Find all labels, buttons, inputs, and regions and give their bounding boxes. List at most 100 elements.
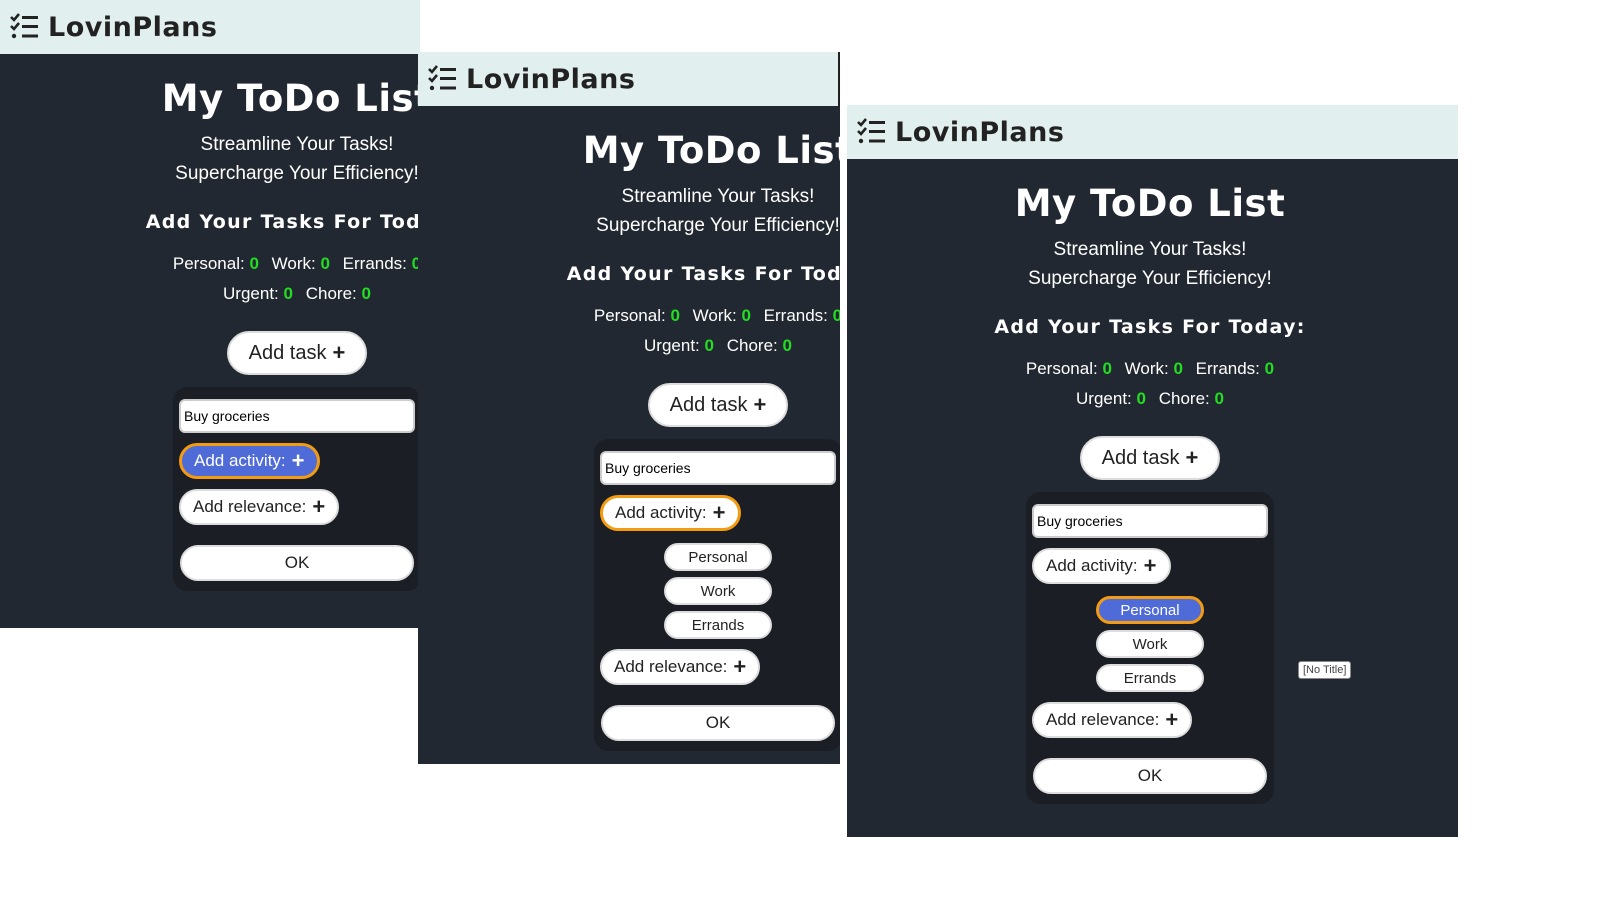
- app-header: LovinPlans: [847, 105, 1458, 159]
- count-value: 0: [283, 284, 293, 303]
- add-relevance-button[interactable]: Add relevance: +: [179, 489, 340, 525]
- category-counts: Personal: 0 Work: 0 Errands: 0 Urgent: 0…: [508, 301, 840, 361]
- activity-errands-button[interactable]: Errands: [1096, 664, 1204, 692]
- plus-icon: +: [733, 654, 747, 679]
- screenshot-3: LovinPlans My ToDo List Streamline Your …: [847, 105, 1458, 837]
- count-value: 0: [361, 284, 371, 303]
- add-activity-label: Add activity:: [194, 451, 286, 470]
- plus-icon: +: [291, 448, 305, 473]
- count-label: Errands:: [763, 306, 828, 325]
- add-activity-button[interactable]: Add activity: +: [179, 443, 320, 479]
- tagline: Streamline Your Tasks! Supercharge Your …: [87, 130, 420, 188]
- count-chore: Chore: 0: [306, 279, 371, 309]
- count-label: Chore:: [726, 336, 778, 355]
- activity-work-button[interactable]: Work: [1096, 630, 1204, 658]
- app-header: LovinPlans: [418, 52, 840, 106]
- page-title: My ToDo List: [1014, 182, 1286, 225]
- brand-name[interactable]: LovinPlans: [895, 117, 1064, 148]
- add-activity-label: Add activity:: [615, 503, 707, 522]
- task-input[interactable]: [1032, 504, 1268, 538]
- tooltip: [No Title]: [1298, 661, 1352, 679]
- brand-name[interactable]: LovinPlans: [466, 64, 635, 95]
- ok-button[interactable]: OK: [601, 705, 835, 741]
- count-personal: Personal: 0: [594, 301, 680, 331]
- count-value: 0: [704, 336, 714, 355]
- task-input[interactable]: [600, 451, 836, 485]
- activity-work-button[interactable]: Work: [664, 577, 772, 605]
- category-counts: Personal: 0 Work: 0 Errands: 0 Urgent: 0…: [87, 249, 420, 309]
- count-urgent: Urgent: 0: [644, 331, 714, 361]
- section-heading: Add Your Tasks For Today:: [994, 316, 1306, 338]
- count-chore: Chore: 0: [1159, 384, 1224, 414]
- count-label: Errands:: [1195, 359, 1260, 378]
- plus-icon: +: [712, 500, 726, 525]
- main-content: My ToDo List Streamline Your Tasks! Supe…: [940, 159, 1360, 804]
- activity-options: Personal Work Errands: [1032, 590, 1268, 692]
- brand-name[interactable]: LovinPlans: [48, 12, 217, 43]
- task-form: Add activity: + Personal Work Errands Add …: [1026, 492, 1274, 804]
- count-label: Urgent:: [223, 284, 279, 303]
- count-label: Personal:: [1025, 359, 1098, 378]
- count-chore: Chore: 0: [727, 331, 792, 361]
- plus-icon: +: [1143, 553, 1157, 578]
- count-urgent: Urgent: 0: [1076, 384, 1146, 414]
- count-urgent: Urgent: 0: [223, 279, 293, 309]
- add-task-button[interactable]: Add task +: [647, 383, 789, 427]
- plus-icon: +: [753, 392, 767, 417]
- category-counts: Personal: 0 Work: 0 Errands: 0 Urgent: 0…: [940, 354, 1360, 414]
- add-task-label: Add task: [669, 393, 748, 416]
- tagline-line-1: Streamline Your Tasks!: [1053, 239, 1247, 260]
- count-personal: Personal: 0: [173, 249, 259, 279]
- add-relevance-button[interactable]: Add relevance: +: [1032, 702, 1193, 738]
- add-task-button[interactable]: Add task +: [226, 331, 368, 375]
- count-errands: Errands: 0: [343, 249, 420, 279]
- task-input[interactable]: [179, 399, 415, 433]
- add-activity-button[interactable]: Add activity: +: [1032, 548, 1171, 584]
- count-label: Urgent:: [1076, 389, 1132, 408]
- count-work: Work: 0: [693, 301, 751, 331]
- plus-icon: +: [1165, 707, 1179, 732]
- count-label: Work:: [271, 254, 316, 273]
- count-value: 0: [1214, 389, 1224, 408]
- count-label: Urgent:: [644, 336, 700, 355]
- checklist-icon: [10, 13, 38, 39]
- section-heading: Add Your Tasks For Today: [566, 263, 840, 285]
- add-task-label: Add task: [1101, 446, 1180, 469]
- tagline-line-2: Supercharge Your Efficiency!: [1028, 268, 1272, 289]
- add-activity-button[interactable]: Add activity: +: [600, 495, 741, 531]
- count-value: 0: [832, 306, 840, 325]
- screenshot-1: LovinPlans My ToDo List Streamline Your …: [0, 0, 420, 628]
- activity-errands-button[interactable]: Errands: [664, 611, 772, 639]
- tagline-line-2: Supercharge Your Efficiency!: [596, 215, 840, 236]
- count-label: Personal:: [172, 254, 245, 273]
- task-form: Add activity: + Personal Work Errands Add …: [594, 439, 840, 751]
- add-task-label: Add task: [248, 341, 327, 364]
- count-label: Personal:: [593, 306, 666, 325]
- checklist-icon: [428, 65, 456, 91]
- task-form: Add activity: + Add relevance: + OK: [173, 387, 420, 591]
- screenshot-2: LovinPlans My ToDo List Streamline Your …: [418, 52, 840, 764]
- add-relevance-label: Add relevance:: [1046, 710, 1160, 729]
- tagline-line-1: Streamline Your Tasks!: [200, 134, 394, 155]
- add-relevance-button[interactable]: Add relevance: +: [600, 649, 761, 685]
- ok-button[interactable]: OK: [1033, 758, 1267, 794]
- activity-options: Personal Work Errands: [600, 537, 836, 639]
- count-value: 0: [1264, 359, 1275, 378]
- count-label: Chore:: [305, 284, 357, 303]
- checklist-icon: [857, 118, 885, 144]
- activity-personal-button[interactable]: Personal: [1096, 596, 1204, 624]
- count-label: Work:: [692, 306, 737, 325]
- count-value: 0: [249, 254, 259, 273]
- activity-personal-button[interactable]: Personal: [664, 543, 772, 571]
- add-relevance-label: Add relevance:: [614, 657, 728, 676]
- ok-button[interactable]: OK: [180, 545, 414, 581]
- app-header: LovinPlans: [0, 0, 420, 54]
- count-label: Work:: [1124, 359, 1169, 378]
- tagline-line-2: Supercharge Your Efficiency!: [175, 163, 419, 184]
- main-content: My ToDo List Streamline Your Tasks! Supe…: [87, 54, 420, 591]
- count-work: Work: 0: [1125, 354, 1183, 384]
- add-relevance-label: Add relevance:: [193, 497, 307, 516]
- add-task-button[interactable]: Add task +: [1079, 436, 1221, 480]
- section-heading: Add Your Tasks For Today: [145, 211, 420, 233]
- count-errands: Errands: 0: [1196, 354, 1274, 384]
